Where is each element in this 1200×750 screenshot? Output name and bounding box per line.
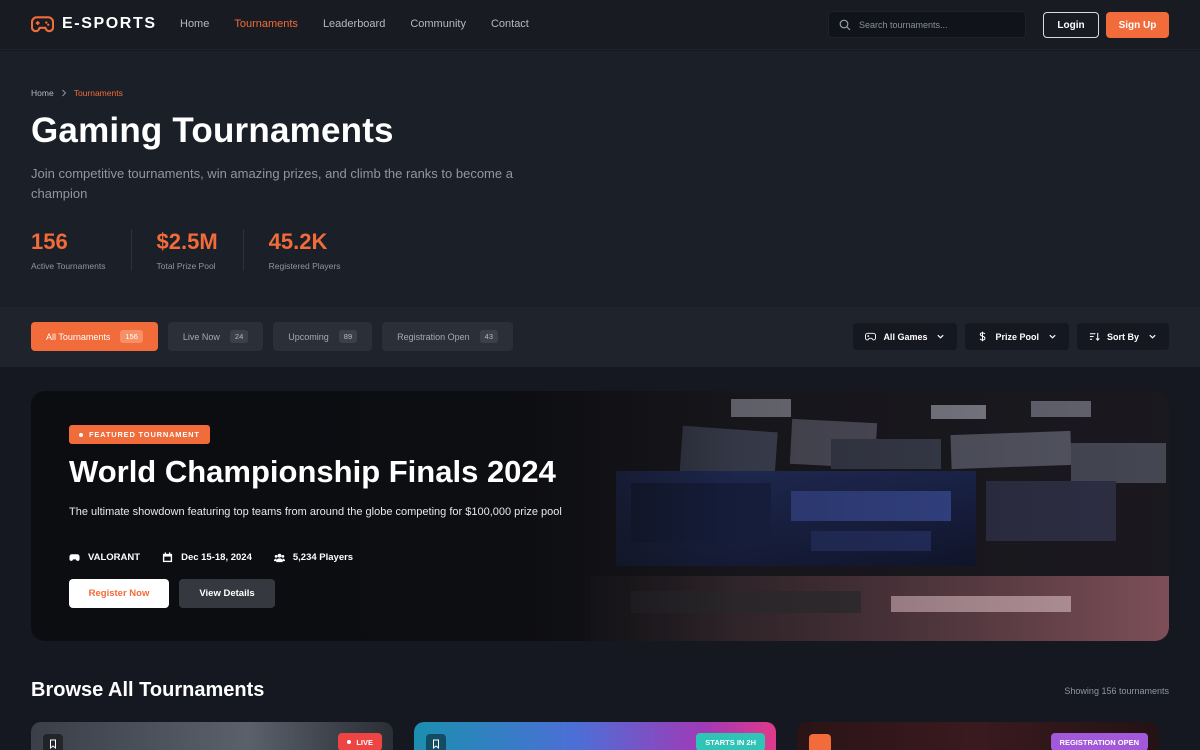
- filter-tabs: All Tournaments 156 Live Now 24 Upcoming…: [31, 322, 514, 351]
- search-box[interactable]: [828, 11, 1026, 38]
- tab-label: All Tournaments: [46, 331, 111, 342]
- bookmark-button[interactable]: [426, 734, 446, 750]
- nav-leaderboard[interactable]: Leaderboard: [323, 18, 385, 30]
- gamepad-icon: [31, 16, 54, 33]
- stat-value: 45.2K: [268, 229, 328, 254]
- search-icon: [839, 19, 851, 30]
- featured-badge: FEATURED TOURNAMENT: [69, 425, 210, 444]
- status-label: LIVE: [356, 737, 373, 747]
- tab-upcoming[interactable]: Upcoming 89: [273, 322, 373, 351]
- users-icon: [273, 553, 285, 563]
- bookmark-icon: [50, 739, 56, 749]
- featured-actions: Register Now View Details: [69, 579, 275, 608]
- status-label: REGISTRATION OPEN: [1059, 737, 1139, 747]
- stat-label: Active Tournaments: [31, 261, 106, 271]
- badge-label: FEATURED TOURNAMENT: [89, 430, 200, 439]
- status-badge: REGISTRATION OPEN: [1050, 733, 1148, 750]
- sort-icon: [1089, 332, 1100, 341]
- search-input[interactable]: [859, 19, 1019, 30]
- chevron-down-icon: [937, 334, 945, 339]
- hero-section: Home Tournaments Gaming Tournaments Join…: [0, 51, 1200, 307]
- top-navbar: E-SPORTS Home Tournaments Leaderboard Co…: [0, 0, 1200, 50]
- gamepad-icon: [865, 332, 877, 341]
- meta-players-label: 5,234 Players: [292, 552, 354, 563]
- tab-count: 156: [120, 330, 143, 343]
- sort-by-dropdown[interactable]: Sort By: [1076, 323, 1169, 350]
- tab-count: 89: [338, 330, 358, 343]
- brand-name: E-SPORTS: [62, 15, 157, 32]
- nav-contact[interactable]: Contact: [491, 18, 529, 30]
- featured-title: World Championship Finals 2024: [69, 454, 556, 489]
- browse-title: Browse All Tournaments: [31, 679, 265, 701]
- tournament-card[interactable]: LIVE: [31, 722, 393, 750]
- tournament-card[interactable]: REGISTRATION OPEN: [797, 722, 1159, 750]
- live-dot: [347, 740, 352, 744]
- meta-dates: Dec 15-18, 2024: [162, 552, 252, 563]
- register-now-button[interactable]: Register Now: [69, 579, 169, 608]
- dropdown-label: All Games: [883, 331, 928, 342]
- featured-description: The ultimate showdown featuring top team…: [69, 506, 562, 518]
- tournament-card[interactable]: STARTS IN 2H: [414, 722, 776, 750]
- stat-registered-players: 45.2K Registered Players: [269, 229, 366, 271]
- tab-count: 24: [229, 330, 249, 343]
- dropdown-label: Prize Pool: [995, 331, 1039, 342]
- page-title: Gaming Tournaments: [31, 111, 394, 150]
- meta-dates-label: Dec 15-18, 2024: [181, 552, 252, 563]
- page-subtitle: Join competitive tournaments, win amazin…: [31, 166, 513, 201]
- meta-players: 5,234 Players: [273, 552, 354, 563]
- tab-all-tournaments[interactable]: All Tournaments 156: [31, 322, 158, 351]
- calendar-icon: [162, 552, 173, 563]
- stats-row: 156 Active Tournaments $2.5M Total Prize…: [31, 229, 390, 271]
- stat-prize-pool: $2.5M Total Prize Pool: [157, 229, 244, 271]
- stat-value: $2.5M: [156, 229, 218, 254]
- results-count: Showing 156 tournaments: [1064, 686, 1169, 696]
- breadcrumb: Home Tournaments: [31, 88, 123, 98]
- signup-button[interactable]: Sign Up: [1106, 12, 1169, 38]
- nav-home[interactable]: Home: [180, 18, 209, 30]
- featured-tournament-card: FEATURED TOURNAMENT World Championship F…: [31, 391, 1169, 641]
- prize-pool-dropdown[interactable]: Prize Pool: [965, 323, 1069, 350]
- stat-label: Total Prize Pool: [156, 261, 216, 271]
- view-details-button[interactable]: View Details: [179, 579, 275, 608]
- bookmark-button[interactable]: [43, 734, 63, 750]
- tab-label: Registration Open: [397, 331, 470, 342]
- stat-active-tournaments: 156 Active Tournaments: [31, 229, 132, 271]
- status-label: STARTS IN 2H: [705, 737, 756, 747]
- games-dropdown[interactable]: All Games: [853, 323, 958, 350]
- featured-meta: VALORANT Dec 15-18, 2024 5,234 Players: [69, 552, 353, 563]
- nav-tournaments[interactable]: Tournaments: [234, 18, 298, 30]
- dollar-icon: [980, 331, 986, 342]
- status-badge: LIVE: [338, 733, 382, 750]
- chevron-down-icon: [1049, 334, 1056, 339]
- stat-value: 156: [31, 229, 68, 254]
- main-menu: Home Tournaments Leaderboard Community C…: [180, 18, 554, 30]
- tab-registration-open[interactable]: Registration Open 43: [382, 322, 514, 351]
- nav-community[interactable]: Community: [410, 18, 466, 30]
- status-badge: STARTS IN 2H: [696, 733, 765, 750]
- brand-logo[interactable]: E-SPORTS: [31, 14, 157, 34]
- stat-label: Registered Players: [268, 261, 341, 271]
- chevron-down-icon: [1149, 334, 1156, 339]
- breadcrumb-home[interactable]: Home: [31, 88, 54, 98]
- badge-dot: [79, 432, 83, 437]
- breadcrumb-current: Tournaments: [73, 88, 123, 98]
- tab-label: Upcoming: [288, 331, 329, 342]
- meta-game-label: VALORANT: [88, 552, 141, 563]
- gamepad-icon: [69, 554, 80, 561]
- tab-live-now[interactable]: Live Now 24: [167, 322, 264, 351]
- filter-bar: All Tournaments 156 Live Now 24 Upcoming…: [0, 307, 1200, 367]
- bookmark-icon: [433, 739, 439, 749]
- meta-game: VALORANT: [69, 552, 140, 563]
- game-chip: [809, 734, 831, 750]
- login-button[interactable]: Login: [1043, 12, 1099, 38]
- filter-dropdowns: All Games Prize Pool Sort By: [853, 323, 1169, 350]
- dropdown-label: Sort By: [1106, 331, 1139, 342]
- tab-label: Live Now: [182, 331, 220, 342]
- tab-count: 43: [479, 330, 499, 343]
- chevron-right-icon: [61, 89, 66, 97]
